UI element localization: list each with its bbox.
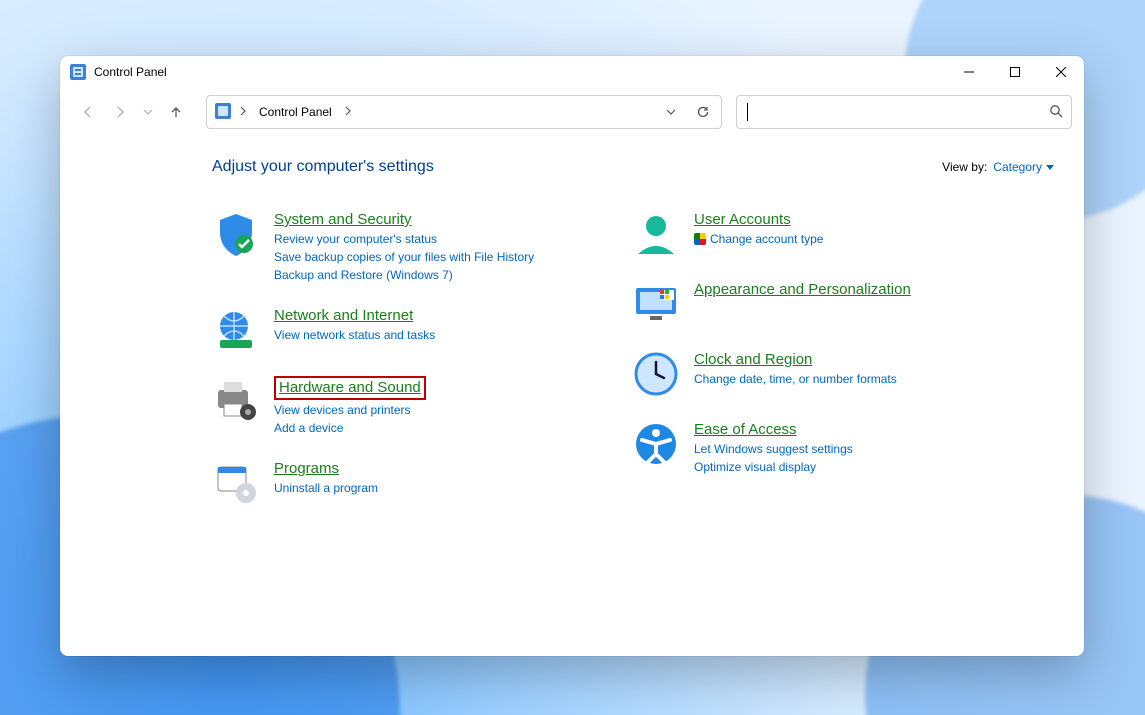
category-title[interactable]: Clock and Region [694, 350, 812, 370]
toolbar: Control Panel [60, 88, 1084, 136]
titlebar[interactable]: Control Panel [60, 56, 1084, 88]
search-input[interactable] [736, 95, 1072, 129]
person-icon [632, 210, 680, 258]
viewby-dropdown[interactable]: Category [993, 160, 1054, 174]
category-programs: Programs Uninstall a program [212, 459, 572, 507]
category-clock-and-region: Clock and Region Change date, time, or n… [632, 350, 992, 398]
category-column-right: User Accounts Change account type Appear… [632, 210, 992, 529]
category-title[interactable]: Ease of Access [694, 420, 797, 440]
address-bar[interactable]: Control Panel [206, 95, 722, 129]
content-area: Adjust your computer's settings View by:… [60, 136, 1084, 656]
breadcrumb-control-panel[interactable]: Control Panel [255, 103, 336, 121]
category-title[interactable]: User Accounts [694, 210, 791, 230]
sublink[interactable]: Change account type [694, 230, 823, 248]
dropdown-icon [1046, 165, 1054, 170]
category-appearance-and-personalization: Appearance and Personalization [632, 280, 992, 328]
monitor-icon [632, 280, 680, 328]
viewby-label: View by: [942, 160, 987, 174]
recent-locations-button[interactable] [138, 98, 158, 126]
shield-icon [212, 210, 260, 258]
viewby-value: Category [993, 160, 1042, 174]
maximize-button[interactable] [992, 56, 1038, 88]
category-title[interactable]: Programs [274, 459, 339, 479]
refresh-button[interactable] [691, 100, 715, 124]
search-icon [1049, 104, 1063, 121]
sublink[interactable]: Change date, time, or number formats [694, 370, 897, 388]
chevron-right-icon[interactable] [239, 105, 247, 119]
sublink[interactable]: Uninstall a program [274, 479, 378, 497]
sublink[interactable]: Add a device [274, 419, 426, 437]
close-button[interactable] [1038, 56, 1084, 88]
text-cursor [747, 103, 748, 121]
category-system-and-security: System and Security Review your computer… [212, 210, 572, 284]
category-network-and-internet: Network and Internet View network status… [212, 306, 572, 354]
sublink[interactable]: Save backup copies of your files with Fi… [274, 248, 534, 266]
globe-icon [212, 306, 260, 354]
sublink[interactable]: Backup and Restore (Windows 7) [274, 266, 534, 284]
category-title[interactable]: Appearance and Personalization [694, 280, 911, 300]
category-user-accounts: User Accounts Change account type [632, 210, 992, 258]
chevron-right-icon[interactable] [344, 105, 352, 119]
back-button[interactable] [74, 98, 102, 126]
printer-icon [212, 376, 260, 424]
forward-button[interactable] [106, 98, 134, 126]
window-title: Control Panel [94, 65, 167, 79]
category-title[interactable]: System and Security [274, 210, 412, 230]
minimize-button[interactable] [946, 56, 992, 88]
control-panel-window: Control Panel Control Panel [60, 56, 1084, 656]
sublink[interactable]: View network status and tasks [274, 326, 435, 344]
category-hardware-and-sound: Hardware and Sound View devices and prin… [212, 376, 572, 437]
up-button[interactable] [162, 98, 190, 126]
accessibility-icon [632, 420, 680, 468]
sublink[interactable]: Optimize visual display [694, 458, 853, 476]
category-column-left: System and Security Review your computer… [212, 210, 572, 529]
programs-icon [212, 459, 260, 507]
page-title: Adjust your computer's settings [212, 158, 434, 176]
sublink[interactable]: Review your computer's status [274, 230, 534, 248]
sublink[interactable]: Let Windows suggest settings [694, 440, 853, 458]
control-panel-icon [70, 64, 86, 80]
address-history-button[interactable] [659, 100, 683, 124]
control-panel-icon [215, 103, 231, 122]
clock-icon [632, 350, 680, 398]
category-title[interactable]: Network and Internet [274, 306, 413, 326]
category-title-highlighted[interactable]: Hardware and Sound [274, 376, 426, 400]
sublink[interactable]: View devices and printers [274, 401, 426, 419]
category-ease-of-access: Ease of Access Let Windows suggest setti… [632, 420, 992, 476]
